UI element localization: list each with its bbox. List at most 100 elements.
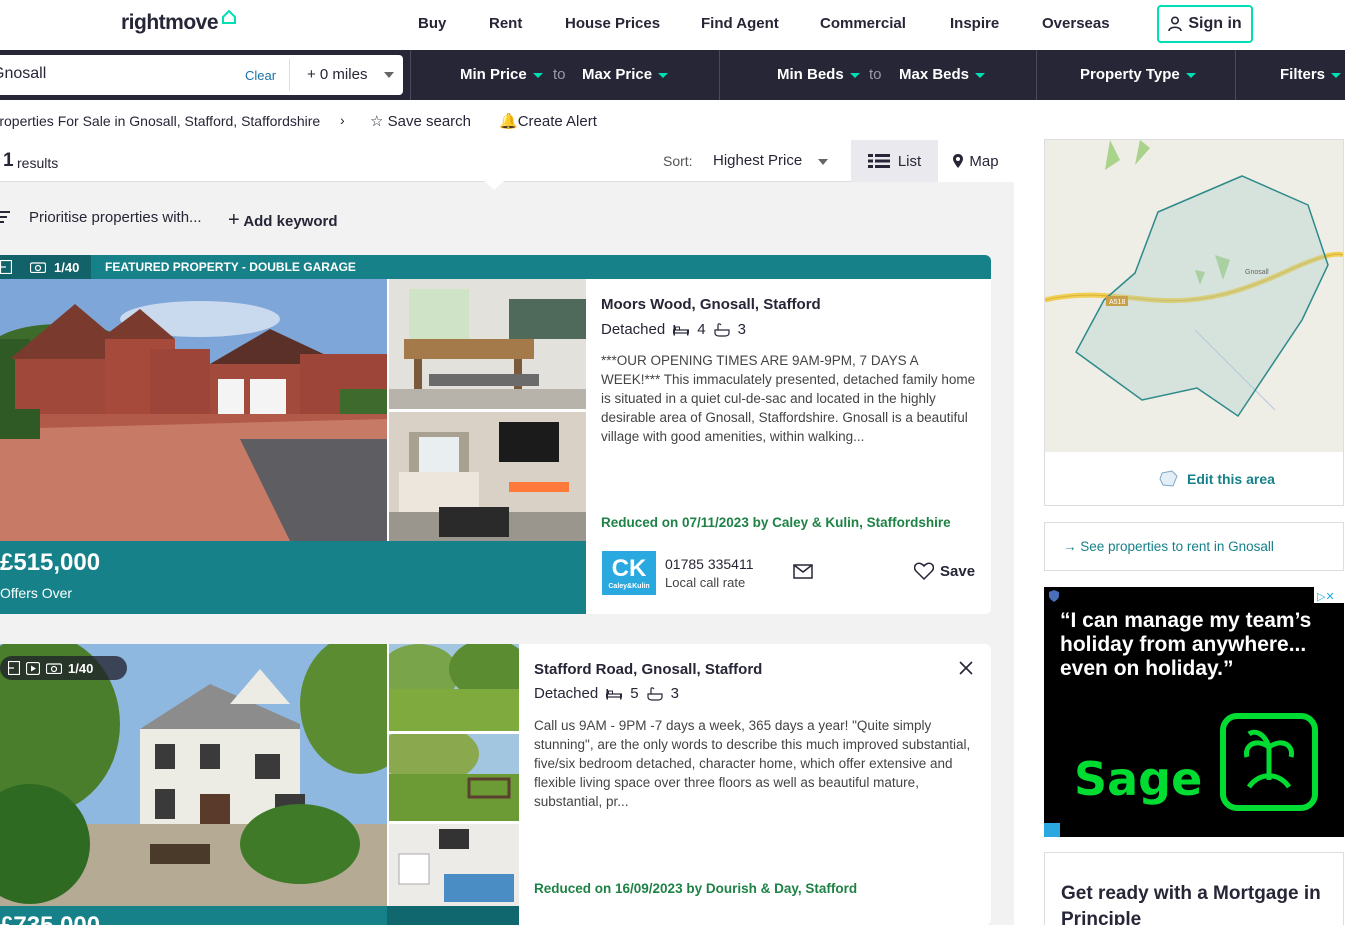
- image-counter-pill: 1/40: [0, 656, 127, 680]
- chevron-down-icon: [532, 72, 543, 78]
- clear-button[interactable]: Clear: [245, 68, 276, 83]
- nav-find-agent[interactable]: Find Agent: [701, 15, 779, 32]
- max-beds-label: Max Beds: [899, 66, 970, 83]
- property-address[interactable]: Stafford Road, Gnosall, Stafford: [534, 661, 762, 678]
- rent-link[interactable]: → See properties to rent in Gnosall: [1063, 539, 1274, 554]
- featured-label: FEATURED PROPERTY - DOUBLE GARAGE: [105, 260, 356, 274]
- pointer-arrow: [484, 181, 504, 190]
- filter-lines-icon: [0, 211, 10, 223]
- main-property-photo[interactable]: [0, 279, 387, 541]
- rent-link-box[interactable]: → See properties to rent in Gnosall: [1044, 522, 1344, 571]
- nav-inspire[interactable]: Inspire: [950, 15, 999, 32]
- main-property-photo[interactable]: [0, 644, 387, 906]
- list-view-button[interactable]: List: [851, 140, 938, 182]
- divider: [1036, 50, 1037, 100]
- nav-commercial[interactable]: Commercial: [820, 15, 906, 32]
- save-search-button[interactable]: ☆ Save search: [370, 112, 471, 130]
- create-alert-label: Create Alert: [517, 113, 597, 130]
- nav-overseas[interactable]: Overseas: [1042, 15, 1110, 32]
- camera-icon: [30, 262, 46, 273]
- bell-icon: 🔔: [499, 113, 518, 130]
- mortgage-promo[interactable]: Get ready with a Mortgage in Principle: [1044, 852, 1344, 925]
- property-type: Detached: [534, 685, 599, 702]
- property-type-label: Property Type: [1080, 66, 1180, 83]
- star-icon: ☆: [370, 113, 384, 130]
- max-price-select[interactable]: Max Price: [582, 66, 669, 83]
- prioritise-label[interactable]: Prioritise properties with...: [29, 209, 202, 226]
- camera-icon: [46, 663, 62, 674]
- nav-rent[interactable]: Rent: [489, 15, 522, 32]
- min-beds-label: Min Beds: [777, 66, 844, 83]
- min-beds-select[interactable]: Min Beds: [777, 66, 860, 83]
- save-property-button[interactable]: Save: [914, 562, 975, 580]
- map-place-label: Gnosall: [1245, 269, 1269, 276]
- map-view-button[interactable]: Map: [938, 140, 1014, 182]
- agent-phone[interactable]: 01785 335411: [665, 556, 754, 572]
- advertisement[interactable]: ▷✕ “I can manage my team’s holiday from …: [1044, 587, 1344, 837]
- sign-in-button[interactable]: Sign in: [1157, 5, 1253, 43]
- max-beds-select[interactable]: Max Beds: [899, 66, 986, 83]
- area-map-widget: A518 Gnosall Edit this area: [1044, 139, 1344, 506]
- property-type-select[interactable]: Property Type: [1080, 66, 1196, 83]
- sort-select[interactable]: Highest Price: [713, 152, 802, 169]
- road-label: A518: [1109, 299, 1125, 306]
- island-icon: [1220, 713, 1318, 811]
- to-label: to: [553, 66, 566, 83]
- video-icon: [26, 661, 40, 675]
- property-description: Call us 9AM - 9PM -7 days a week, 365 da…: [534, 718, 971, 809]
- search-filter-bar: Gnosall Clear + 0 miles Min Price to Max…: [0, 50, 1345, 100]
- property-thumbnail[interactable]: [389, 734, 519, 821]
- bath-count: 3: [670, 685, 679, 702]
- price: £515,000: [0, 549, 101, 576]
- map-pin-icon: [953, 154, 964, 168]
- property-meta: Detached 5 3: [534, 685, 679, 702]
- home-icon: [222, 9, 236, 24]
- ad-choices-icon: ▷✕: [1317, 591, 1335, 603]
- add-keyword-label: Add keyword: [243, 213, 338, 230]
- nav-house-prices[interactable]: House Prices: [565, 15, 660, 32]
- plus-icon: +: [228, 209, 240, 231]
- edit-area-label: Edit this area: [1187, 471, 1275, 487]
- location-input[interactable]: Gnosall: [0, 65, 46, 83]
- chevron-down-icon: [975, 72, 986, 78]
- area-map[interactable]: A518 Gnosall: [1045, 140, 1343, 452]
- property-thumbnail[interactable]: [389, 412, 586, 541]
- property-card[interactable]: 1/40 £735,000 Stafford Road, Gnosall, St…: [0, 644, 991, 925]
- ad-info-icon[interactable]: [1044, 823, 1060, 837]
- agent-logo-subtext: Caley&Kulin: [608, 582, 650, 590]
- property-card[interactable]: 1/40 FEATURED PROPERTY - DOUBLE GARAGE £…: [0, 255, 991, 614]
- add-keyword-button[interactable]: + Add keyword: [228, 209, 338, 232]
- bath-icon: [646, 686, 663, 701]
- divider: [289, 59, 290, 91]
- ad-choices-badge[interactable]: ▷✕: [1314, 587, 1344, 603]
- edit-area-button[interactable]: Edit this area: [1159, 470, 1275, 488]
- property-thumbnail[interactable]: [389, 644, 519, 731]
- price-bar: £515,000 Offers Over: [0, 541, 586, 614]
- results-label: results: [17, 155, 59, 171]
- min-price-label: Min Price: [460, 66, 527, 83]
- bed-icon: [673, 324, 690, 335]
- mail-icon[interactable]: [793, 564, 813, 579]
- create-alert-button[interactable]: 🔔Create Alert: [499, 112, 597, 130]
- min-price-select[interactable]: Min Price: [460, 66, 543, 83]
- sign-in-label: Sign in: [1188, 15, 1242, 32]
- list-label: List: [897, 152, 922, 170]
- floorplan-icon: [0, 260, 12, 274]
- radius-select[interactable]: + 0 miles: [307, 66, 367, 83]
- chevron-down-icon: [849, 72, 860, 78]
- divider: [719, 50, 720, 100]
- property-thumbnail[interactable]: [389, 279, 586, 409]
- property-thumbnail[interactable]: [389, 824, 519, 906]
- filters-button[interactable]: Filters: [1280, 66, 1342, 83]
- agent-logo-text: CK: [611, 554, 647, 582]
- top-nav: rightmove Buy Rent House Prices Find Age…: [0, 0, 1345, 50]
- mortgage-title: Get ready with a Mortgage in Principle: [1061, 883, 1321, 925]
- bed-count: 5: [630, 685, 639, 702]
- bed-icon: [606, 688, 623, 699]
- close-icon[interactable]: [958, 660, 974, 676]
- list-icon: [867, 154, 890, 168]
- agent-logo[interactable]: CK Caley&Kulin: [602, 551, 656, 595]
- nav-buy[interactable]: Buy: [418, 15, 446, 32]
- rightmove-logo[interactable]: rightmove: [121, 11, 219, 35]
- property-address[interactable]: Moors Wood, Gnosall, Stafford: [601, 296, 821, 313]
